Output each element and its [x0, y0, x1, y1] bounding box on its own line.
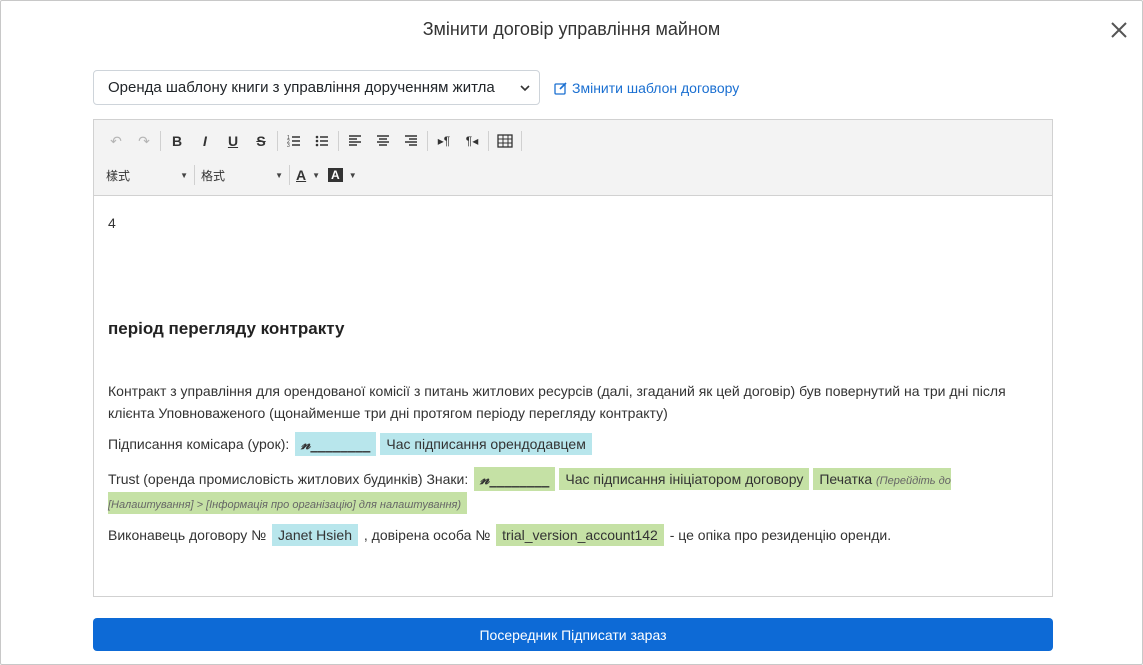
undo-icon[interactable]: ↶ [102, 128, 130, 154]
align-center-icon[interactable] [369, 128, 397, 154]
initiator-sign-time-field[interactable]: Час підписання ініціатором договору [559, 468, 810, 490]
template-select-value: Оренда шаблону книги з управління доруче… [108, 79, 495, 96]
svg-text:3: 3 [287, 143, 290, 148]
sign-now-button[interactable]: Посередник Підписати зараз [93, 618, 1053, 651]
trustee-label: , довірена особа № [363, 527, 491, 543]
toolbar-divider [289, 165, 290, 185]
format-dropdown[interactable]: 格式 ▼ [197, 162, 287, 188]
caret-down-icon: ▼ [312, 170, 321, 180]
executor-prefix: Виконавець договору № [108, 527, 267, 543]
template-select[interactable]: Оренда шаблону книги з управління доруче… [93, 70, 540, 105]
close-icon[interactable] [1108, 19, 1130, 41]
modal-title: Змінити договір управління майном [422, 19, 721, 39]
executor-suffix: - це опіка про резиденцію оренди. [669, 527, 892, 543]
commissioner-label: Підписання комісара (урок): [108, 436, 290, 452]
align-right-icon[interactable] [397, 128, 425, 154]
modal-dialog: Змінити договір управління майном Оренда… [0, 0, 1143, 665]
underline-icon[interactable]: U [219, 128, 247, 154]
stamp-label: Печатка [819, 471, 873, 487]
bullet-list-icon[interactable] [308, 128, 336, 154]
background-color-icon: A [328, 168, 343, 182]
toolbar-divider [194, 165, 195, 185]
editor-content[interactable]: 4 період перегляду контракту Контракт з … [94, 197, 1052, 596]
numbered-list-icon[interactable]: 123 [280, 128, 308, 154]
change-template-label: Змінити шаблон договору [572, 80, 740, 96]
trust-signature-field[interactable]: 𝓃________ [474, 467, 556, 491]
format-label: 格式 [201, 168, 226, 183]
rich-text-editor: ↶ ↷ B I U S 123 ▸¶ ¶◂ 樣式 ▼ 格式 ▼ A ▼ A ▼ … [93, 119, 1053, 597]
toolbar-divider [160, 131, 161, 151]
redo-icon[interactable]: ↷ [130, 128, 158, 154]
table-icon[interactable] [491, 128, 519, 154]
caret-down-icon: ▼ [275, 170, 283, 180]
change-template-link[interactable]: Змінити шаблон договору [554, 80, 739, 96]
chevron-down-icon [520, 85, 530, 92]
toolbar-divider [277, 131, 278, 151]
toolbar-divider [338, 131, 339, 151]
commissioner-signature-field[interactable]: 𝓃________ [295, 432, 377, 456]
align-left-icon[interactable] [341, 128, 369, 154]
italic-icon[interactable]: I [191, 128, 219, 154]
section-number: 4 [108, 215, 116, 231]
commissioner-sign-line: Підписання комісара (урок): 𝓃________ Час… [108, 432, 1038, 456]
strikethrough-icon[interactable]: S [247, 128, 275, 154]
ltr-direction-icon[interactable]: ▸¶ [430, 128, 458, 154]
toolbar-divider [488, 131, 489, 151]
caret-down-icon: ▼ [348, 170, 357, 180]
caret-down-icon: ▼ [180, 170, 188, 180]
bold-icon[interactable]: B [163, 128, 191, 154]
section-heading: період перегляду контракту [108, 319, 345, 338]
font-style-dropdown[interactable]: 樣式 ▼ [102, 162, 192, 188]
contract-paragraph: Контракт з управління для орендованої ко… [108, 383, 1006, 421]
landlord-sign-time-field[interactable]: Час підписання орендодавцем [380, 433, 592, 455]
toolbar-divider [427, 131, 428, 151]
text-color-button[interactable]: A ▼ [292, 162, 324, 188]
trust-sign-line: Trust (оренда промисловість житлових буд… [108, 467, 1038, 516]
trust-label: Trust (оренда промисловість житлових буд… [108, 471, 469, 487]
edit-icon [554, 82, 567, 95]
toolbar-divider [521, 131, 522, 151]
contractor-name-field[interactable]: Janet Hsieh [272, 524, 358, 546]
rtl-direction-icon[interactable]: ¶◂ [458, 128, 486, 154]
executor-line: Виконавець договору № Janet Hsieh , дові… [108, 524, 1038, 546]
background-color-button[interactable]: A ▼ [324, 162, 361, 188]
text-color-icon: A [296, 167, 307, 183]
account-field[interactable]: trial_version_account142 [496, 524, 664, 546]
editor-toolbar: ↶ ↷ B I U S 123 ▸¶ ¶◂ 樣式 ▼ 格式 ▼ A ▼ A ▼ [94, 120, 1052, 196]
font-style-label: 樣式 [106, 168, 131, 183]
